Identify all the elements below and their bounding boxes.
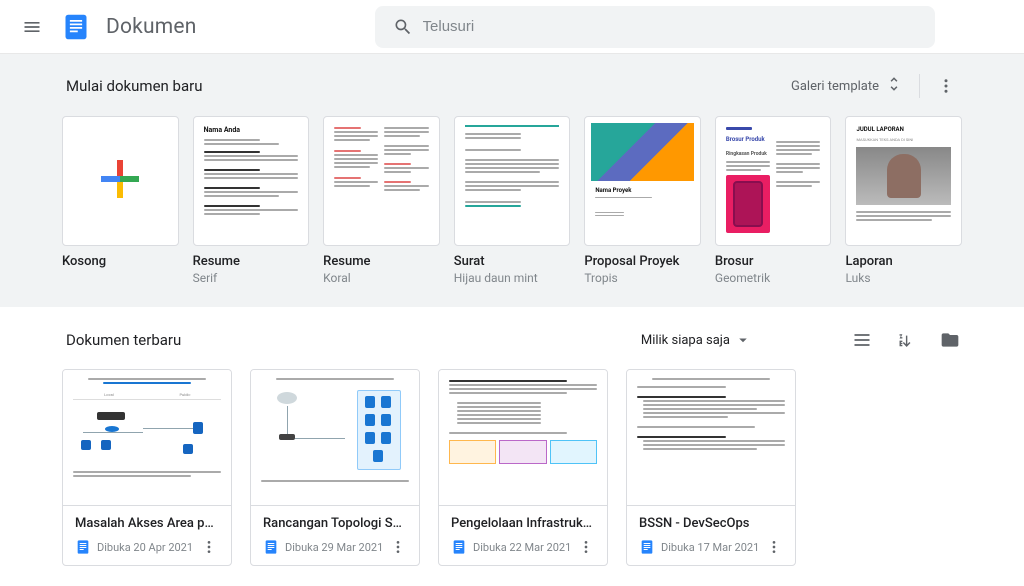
gallery-toggle-label: Galeri template — [791, 79, 879, 94]
template-sub: Luks — [845, 271, 962, 285]
docs-file-icon — [263, 539, 279, 555]
divider — [919, 74, 920, 98]
template-name: Brosur — [715, 254, 832, 269]
arrow-drop-down-icon — [734, 331, 752, 349]
search-bar[interactable] — [375, 6, 935, 48]
doc-title: Pengelolaan Infrastruktur... — [451, 516, 595, 531]
template-name: Resume — [193, 254, 310, 269]
menu-icon — [22, 17, 42, 37]
more-vert-icon — [390, 539, 406, 555]
recent-documents: Dokumen terbaru Milik siapa saja LocalPu… — [52, 307, 972, 586]
app-header: Dokumen — [0, 0, 1024, 54]
search-input[interactable] — [423, 18, 927, 35]
more-vert-icon — [937, 77, 955, 95]
template-name: Surat — [454, 254, 571, 269]
unfold-icon — [885, 75, 903, 97]
doc-preview — [627, 370, 795, 506]
sort-button[interactable] — [894, 328, 918, 352]
docs-logo-icon — [60, 11, 92, 43]
template-resume-koral[interactable]: Resume Koral — [323, 116, 440, 285]
doc-title: BSSN - DevSecOps — [639, 516, 783, 531]
recent-section-title: Dokumen terbaru — [66, 331, 181, 349]
templates-more-button[interactable] — [930, 70, 962, 102]
open-file-picker-button[interactable] — [938, 328, 962, 352]
doc-date: Dibuka 29 Mar 2021 — [285, 541, 383, 554]
template-proposal[interactable]: Nama Proyek Proposal Proyek Tropis — [584, 116, 701, 285]
docs-file-icon — [639, 539, 655, 555]
doc-title: Rancangan Topologi Serv... — [263, 516, 407, 531]
template-name: Resume — [323, 254, 440, 269]
sort-az-icon — [896, 330, 916, 350]
folder-icon — [940, 330, 960, 350]
template-sub: Serif — [193, 271, 310, 285]
template-laporan[interactable]: JUDUL LAPORAN MASUKKAN TEKS ANDA DI SINI… — [845, 116, 962, 285]
doc-preview: LocalPublic — [63, 370, 231, 506]
doc-card[interactable]: Rancangan Topologi Serv... Dibuka 29 Mar… — [250, 369, 420, 566]
list-view-button[interactable] — [850, 328, 874, 352]
doc-more-button[interactable] — [765, 537, 783, 557]
list-view-icon — [852, 330, 872, 350]
template-gallery: Mulai dokumen baru Galeri template — [0, 54, 1024, 307]
doc-more-button[interactable] — [577, 537, 595, 557]
doc-date: Dibuka 22 Mar 2021 — [473, 541, 571, 554]
doc-card[interactable]: BSSN - DevSecOps Dibuka 17 Mar 2021 — [626, 369, 796, 566]
docs-file-icon — [451, 539, 467, 555]
doc-more-button[interactable] — [389, 537, 407, 557]
template-surat[interactable]: Surat Hijau daun mint — [454, 116, 571, 285]
owner-filter-label: Milik siapa saja — [641, 333, 730, 348]
doc-more-button[interactable] — [199, 537, 219, 557]
templates-section-title: Mulai dokumen baru — [66, 77, 202, 95]
doc-preview — [439, 370, 607, 506]
more-vert-icon — [578, 539, 594, 555]
search-icon — [383, 17, 423, 37]
more-vert-icon — [766, 539, 782, 555]
template-name: Laporan — [845, 254, 962, 269]
more-vert-icon — [201, 539, 217, 555]
doc-title: Masalah Akses Area pada ... — [75, 516, 219, 531]
template-name: Proposal Proyek — [584, 254, 701, 269]
owner-filter-dropdown[interactable]: Milik siapa saja — [633, 327, 760, 353]
doc-card[interactable]: LocalPublic Masalah Akses Area pada ... — [62, 369, 232, 566]
doc-preview — [251, 370, 419, 506]
main-menu-button[interactable] — [12, 7, 52, 47]
doc-date: Dibuka 17 Mar 2021 — [661, 541, 759, 554]
template-sub: Hijau daun mint — [454, 271, 571, 285]
doc-date: Dibuka 20 Apr 2021 — [97, 541, 193, 554]
template-sub: Koral — [323, 271, 440, 285]
template-blank[interactable]: Kosong — [62, 116, 179, 285]
app-title: Dokumen — [106, 15, 197, 39]
template-sub: Tropis — [584, 271, 701, 285]
template-sub: Geometrik — [715, 271, 832, 285]
template-brosur[interactable]: Brosur Produk Ringkasan Produk — [715, 116, 832, 285]
template-name: Kosong — [62, 254, 179, 269]
template-gallery-toggle[interactable]: Galeri template — [785, 71, 909, 101]
plus-icon — [97, 156, 143, 206]
docs-file-icon — [75, 539, 91, 555]
doc-card[interactable]: Pengelolaan Infrastruktur... Dibuka 22 M… — [438, 369, 608, 566]
template-resume-serif[interactable]: Nama Anda Resume Serif — [193, 116, 310, 285]
